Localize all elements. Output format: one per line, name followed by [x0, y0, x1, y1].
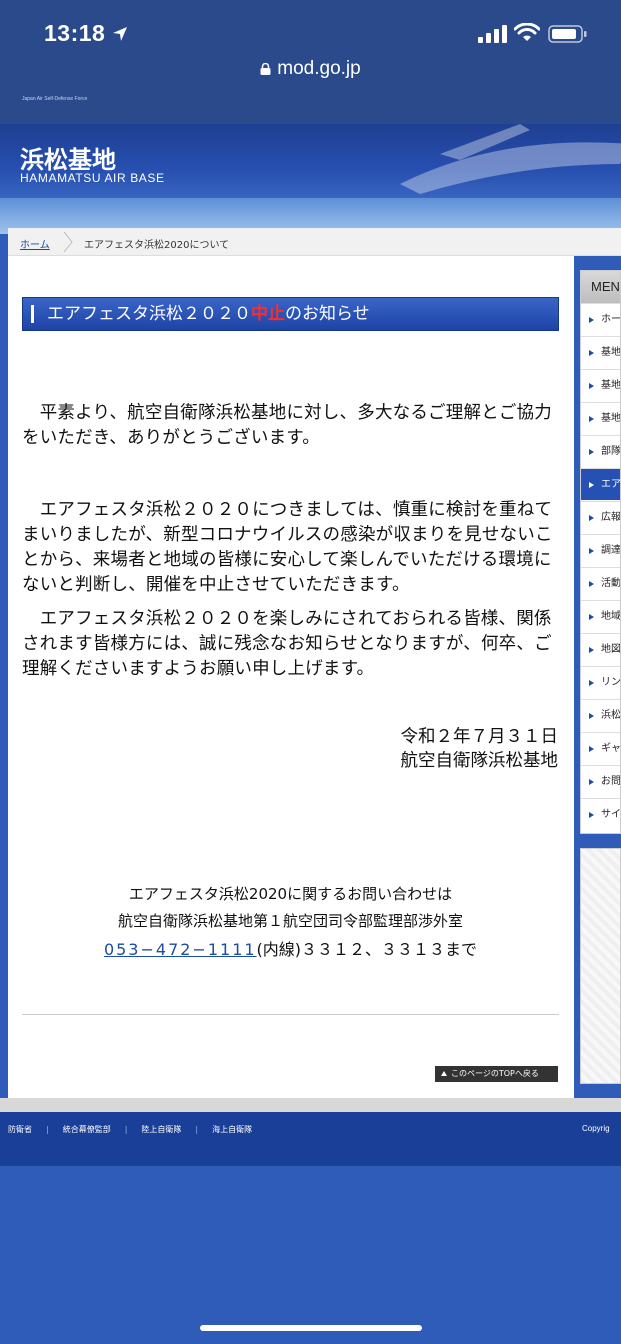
title-text-part1: エアフェスタ浜松２０２０ — [47, 304, 251, 324]
menu-item-label: 浜松 — [601, 710, 621, 721]
menu-item-label: サイ — [601, 809, 621, 820]
title-text-part2: のお知らせ — [285, 304, 370, 324]
footer-link-joint-staff[interactable]: 統合幕僚監部 — [63, 1125, 111, 1134]
extension-text: (内線)３３１２、３３１３まで — [256, 940, 478, 959]
menu-item[interactable]: 浜松 — [581, 699, 621, 731]
title-highlight-cancelled: 中止 — [251, 304, 285, 324]
jasdf-tagline: Japan Air Self-Defense Force — [22, 96, 88, 102]
menu-item-label: 地図 — [601, 644, 621, 655]
footer-links: 防衛省 | 統合幕僚監部 | 陸上自衛隊 | 海上自衛隊 — [8, 1125, 253, 1134]
menu-item[interactable]: 地図 — [581, 633, 621, 665]
menu-item-label: お問 — [601, 776, 621, 787]
breadcrumb-current: エアフェスタ浜松2020について — [84, 240, 230, 251]
breadcrumb-home-link[interactable]: ホーム — [20, 236, 50, 251]
side-menu: MEN ホー 基地 基地 基地 部隊 エア 広報 調達 活動 地域 地図 リン 浜松 ギャ お問 サイ — [580, 270, 621, 834]
menu-item[interactable]: エア — [581, 468, 621, 500]
menu-item[interactable]: リン — [581, 666, 621, 698]
menu-item[interactable]: 基地 — [581, 336, 621, 368]
contact-intro: エアフェスタ浜松2020に関するお問い合わせは — [128, 885, 453, 903]
menu-heading: MEN — [581, 271, 620, 303]
status-bar: 13:18 mod.go.jp — [0, 0, 621, 94]
arrow-right-icon — [589, 812, 594, 818]
copyright: Copyrig — [582, 1124, 610, 1133]
back-to-top-label: このページのTOPへ戻る — [451, 1069, 539, 1078]
arrow-right-icon — [589, 515, 594, 521]
arrow-right-icon — [589, 317, 594, 323]
arrow-right-icon — [589, 449, 594, 455]
home-indicator[interactable] — [200, 1325, 422, 1331]
arrow-right-icon — [589, 548, 594, 554]
menu-item[interactable]: 地域 — [581, 600, 621, 632]
menu-item-label: 基地 — [601, 347, 621, 358]
arrow-right-icon — [589, 779, 594, 785]
menu-item[interactable]: 部隊 — [581, 435, 621, 467]
address-bar[interactable]: mod.go.jp — [0, 58, 621, 80]
side-banner-box — [580, 848, 621, 1084]
menu-item-label: エア — [601, 479, 621, 490]
menu-item-label: 基地 — [601, 413, 621, 424]
page-bottom-background — [0, 1166, 621, 1344]
arrow-right-icon — [589, 746, 594, 752]
footer-link-msdf[interactable]: 海上自衛隊 — [212, 1125, 252, 1134]
arrow-right-icon — [589, 416, 594, 422]
arrow-right-icon — [589, 680, 594, 686]
location-arrow-icon — [113, 27, 127, 41]
menu-item[interactable]: 基地 — [581, 369, 621, 401]
wifi-icon — [514, 23, 540, 41]
arrow-up-icon — [441, 1071, 447, 1076]
menu-item-label: リン — [601, 677, 621, 688]
footer-link-mod[interactable]: 防衛省 — [8, 1125, 32, 1134]
cellular-signal-icon — [478, 25, 507, 43]
menu-item[interactable]: 広報 — [581, 501, 621, 533]
arrow-right-icon — [589, 713, 594, 719]
menu-item[interactable]: サイ — [581, 798, 621, 830]
lock-icon — [260, 63, 271, 75]
notice-paragraph-2: エアフェスタ浜松２０２０につきましては、慎重に検討を重ねてまいりましたが、新型コ… — [22, 500, 553, 595]
divider — [22, 1014, 559, 1015]
menu-item[interactable]: ギャ — [581, 732, 621, 764]
menu-item[interactable]: 調達 — [581, 534, 621, 566]
arrow-right-icon — [589, 383, 594, 389]
jet-silhouette-icon — [400, 124, 621, 194]
page-site-subtitle: HAMAMATSU AIR BASE — [20, 171, 165, 185]
title-bar-accent — [31, 305, 34, 323]
battery-icon — [548, 25, 587, 43]
menu-item-label: 活動 — [601, 578, 621, 589]
menu-item[interactable]: 活動 — [581, 567, 621, 599]
footer — [0, 1112, 621, 1166]
notice-date: 令和２年７月３１日 — [400, 727, 559, 747]
page-site-title[interactable]: 浜松基地 — [20, 140, 116, 175]
arrow-right-icon — [589, 581, 594, 587]
menu-item-label: 地域 — [601, 611, 621, 622]
menu-item-label: 調達 — [601, 545, 621, 556]
menu-item-label: ホー — [601, 314, 621, 325]
back-to-top-button[interactable]: このページのTOPへ戻る — [435, 1066, 558, 1082]
menu-item-label: 基地 — [601, 380, 621, 391]
breadcrumb: ホーム エアフェスタ浜松2020について — [8, 228, 621, 256]
menu-item-label: ギャ — [601, 743, 621, 754]
arrow-right-icon — [589, 614, 594, 620]
menu-item[interactable]: 基地 — [581, 402, 621, 434]
menu-item[interactable]: ホー — [581, 303, 621, 335]
footer-link-gsdf[interactable]: 陸上自衛隊 — [141, 1125, 181, 1134]
site-top-strip — [0, 94, 621, 124]
url-text: mod.go.jp — [277, 58, 361, 79]
page-title: エアフェスタ浜松２０２０中止のお知らせ — [22, 297, 559, 331]
arrow-right-icon — [589, 482, 594, 488]
contact-office: 航空自衛隊浜松基地第１航空団司令部監理部渉外室 — [117, 912, 463, 930]
menu-item[interactable]: お問 — [581, 765, 621, 797]
footer-separator — [0, 1098, 621, 1112]
arrow-right-icon — [589, 350, 594, 356]
chevron-right-icon — [63, 232, 73, 252]
menu-item-label: 部隊 — [601, 446, 621, 457]
phone-link[interactable]: 053−472−1111 — [104, 940, 257, 959]
notice-signer: 航空自衛隊浜松基地 — [400, 751, 559, 771]
arrow-right-icon — [589, 647, 594, 653]
notice-paragraph-1: 平素より、航空自衛隊浜松基地に対し、多大なるご理解とご協力をいただき、ありがとう… — [22, 403, 552, 448]
menu-item-label: 広報 — [601, 512, 621, 523]
contact-phone-line: 053−472−1111(内線)３３１２、３３１３まで — [22, 936, 559, 960]
clock: 13:18 — [44, 20, 106, 46]
notice-paragraph-3: エアフェスタ浜松２０２０を楽しみにされておられる皆様、関係されます皆様方には、誠… — [22, 609, 552, 679]
